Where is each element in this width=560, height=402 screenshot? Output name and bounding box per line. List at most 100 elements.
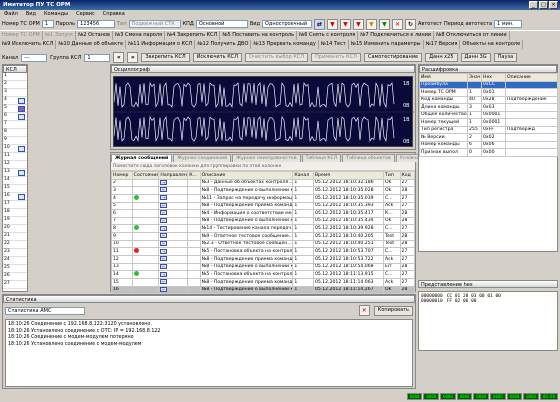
ksl-row[interactable]: 22 [3, 241, 27, 249]
command-button[interactable]: №1 Запуск [43, 31, 77, 40]
autotest-period-select[interactable]: 1 мин. [494, 20, 523, 28]
channel-select[interactable]: --- [21, 53, 48, 62]
table-row[interactable]: 7 ← №8 - Подтверждение о выполнении к... 1 0… [111, 216, 416, 225]
table-row[interactable]: 16 ← №8 - Подтверждение о выполнении к... 1… [111, 285, 416, 294]
decode-row[interactable]: № Версии 2 0x02 [419, 133, 558, 142]
decode-header[interactable]: Имя [419, 73, 468, 82]
ksl-row[interactable]: 23 [3, 249, 27, 257]
minimize-button[interactable]: _ [529, 1, 538, 9]
command-button[interactable]: №17 Версия [424, 40, 461, 49]
disconnect-icon[interactable]: ✕ [391, 18, 403, 30]
decode-row[interactable]: Признак выпол 0 0x00 [419, 148, 558, 157]
ksl-row[interactable]: 6 [3, 113, 27, 121]
ksl-row[interactable]: 12 [3, 161, 27, 169]
filter-yellow-icon[interactable]: ▼ [365, 18, 377, 30]
decode-header[interactable]: Hex [481, 73, 506, 82]
decode-row[interactable]: Общее количество 1 0x0001 [419, 110, 558, 119]
table-row[interactable]: 13 ← №8 - Подтверждение о выполнении к... 1… [111, 262, 416, 271]
ksl-row[interactable]: 15 [3, 185, 27, 193]
table-row[interactable]: 11 → №5 - Постановка объекта на контрол...… [111, 247, 416, 256]
command-button[interactable]: №14 Тест [319, 40, 349, 49]
ksl-row[interactable]: 1 [3, 73, 27, 81]
nav-next-icon[interactable]: » [127, 52, 139, 63]
ksl-row[interactable]: 4 [3, 97, 27, 105]
column-header[interactable]: Направление [158, 171, 189, 180]
table-row[interactable]: 3 ← №8 - Подтверждение о выполнении к... 1 0… [111, 186, 416, 195]
command-button[interactable]: Объекты на контроле [460, 40, 524, 49]
decode-row[interactable]: Номер ТС ОРМ 1 0x01 [419, 88, 558, 97]
table-row[interactable]: 14 → №5 - Постановка объекта на контрол...… [111, 270, 416, 279]
table-row[interactable]: 6 ← №4 - Информация о соответствии меж... 1… [111, 209, 416, 218]
command-button[interactable]: №13 Прервать команду [251, 40, 319, 49]
close-button[interactable]: × [549, 1, 558, 9]
ksl-row[interactable]: 5 [3, 105, 27, 113]
filter-red-3-icon[interactable]: ▼ [352, 18, 364, 30]
column-header[interactable]: Канал [292, 171, 314, 180]
column-header[interactable]: Состояние [131, 171, 160, 180]
clear-log-icon[interactable]: ✕ [358, 305, 370, 316]
filter-green-icon[interactable]: ▼ [378, 18, 390, 30]
decode-row[interactable]: Номер команды 6 0x06 [419, 140, 558, 149]
ksl-row[interactable]: 21 [3, 233, 27, 241]
orm-number-field[interactable]: 1 [41, 20, 54, 28]
filter-red-icon[interactable]: ▼ [326, 18, 338, 30]
decode-header[interactable]: Знач [467, 73, 482, 82]
autotest-label[interactable]: Автотест [418, 21, 442, 27]
command-button[interactable]: №5 Поставить на контроль [220, 31, 298, 40]
menu-file[interactable]: Файл [4, 11, 18, 17]
command-button[interactable]: Номер ТС ОРМ [0, 31, 43, 40]
decode-row[interactable]: Код команды 40 0x28 Подтверждение [419, 95, 558, 104]
ksl-row[interactable]: 17 [3, 201, 27, 209]
column-header[interactable]: Номер [111, 171, 133, 180]
menu-service[interactable]: Сервис [76, 11, 95, 17]
ksl-row[interactable]: 19 [3, 217, 27, 225]
password-field[interactable]: 123456 [77, 20, 116, 28]
table-row[interactable]: 4 → №11 - Запрос на передачу информаци... 1… [111, 193, 416, 203]
ksl-row[interactable]: 8 [3, 129, 27, 137]
ksl-row[interactable]: 25 [3, 265, 27, 273]
table-row[interactable]: 9 ← №9 - Ответное тестовое сообщение... 1 05… [111, 232, 416, 241]
ksl-row[interactable]: 24 [3, 257, 27, 265]
menu-view[interactable]: Вид [26, 11, 36, 17]
command-button[interactable]: №9 Исключить КСЛ [0, 40, 57, 49]
decode-row[interactable]: Тип регистра 255 0xFF Подтвержд [419, 125, 558, 134]
column-header[interactable]: Время [312, 171, 385, 180]
command-button[interactable]: №4 Закрепить КСЛ [165, 31, 221, 40]
ksl-row[interactable]: 26 [3, 273, 27, 281]
maximize-button[interactable]: □ [539, 1, 548, 9]
tab-0[interactable]: Журнал сообщений [111, 153, 173, 162]
decode-row[interactable]: Преамбула 0xCC [419, 80, 558, 89]
data-3g-button[interactable]: Данн 3G [460, 53, 491, 62]
selftest-button[interactable]: Самотестирование [363, 53, 423, 62]
command-button[interactable]: №11 Информация о КСЛ [126, 40, 196, 49]
column-header[interactable]: К... [187, 171, 201, 180]
tab-4[interactable]: Таблица объектов [342, 153, 395, 162]
ksl-row[interactable]: 9 [3, 137, 27, 145]
ksl-row[interactable]: 20 [3, 225, 27, 233]
command-button[interactable]: №12 Получить ДВО [195, 40, 252, 49]
column-header[interactable]: Тип [383, 171, 401, 180]
ksl-row[interactable]: 10 [3, 145, 27, 153]
ksl-row[interactable]: 3 [3, 89, 27, 97]
tab-3[interactable]: Таблица КСЛ [301, 153, 342, 162]
command-button[interactable]: №6 Снять с контроля [297, 31, 359, 40]
refresh-icon[interactable]: ↻ [404, 18, 416, 30]
table-row[interactable]: 15 ← №8 - Подтверждение приема команды 1 05.… [111, 278, 416, 287]
ksl-row[interactable]: 14 [3, 177, 27, 185]
command-button[interactable]: №2 Останов [76, 31, 114, 40]
command-button[interactable]: №8 Отключиться от линии [434, 31, 510, 40]
ksl-row[interactable]: 13 [3, 169, 27, 177]
table-row[interactable]: 12 ← №8 - Подтверждение приема команды 1 05.… [111, 255, 416, 264]
ksl-row[interactable]: 11 [3, 153, 27, 161]
nav-first-icon[interactable]: « [113, 52, 125, 63]
data-x25-button[interactable]: Данн x25 [425, 53, 458, 62]
ksl-row[interactable]: 18 [3, 209, 27, 217]
type-select[interactable]: Подвижный СТК [128, 20, 181, 28]
decode-row[interactable]: Номер текущей 1 0x0001 [419, 118, 558, 127]
ksl-group-select[interactable]: 1 [84, 53, 111, 62]
exclude-ksl-button[interactable]: Исключить КСЛ [192, 53, 243, 62]
stats-select[interactable]: Статистика АМС [5, 306, 85, 315]
fix-ksl-button[interactable]: Закрепить КСЛ [141, 53, 190, 62]
ksl-row[interactable]: 27 [3, 281, 27, 289]
connect-icon[interactable]: ⇄ [313, 18, 325, 30]
